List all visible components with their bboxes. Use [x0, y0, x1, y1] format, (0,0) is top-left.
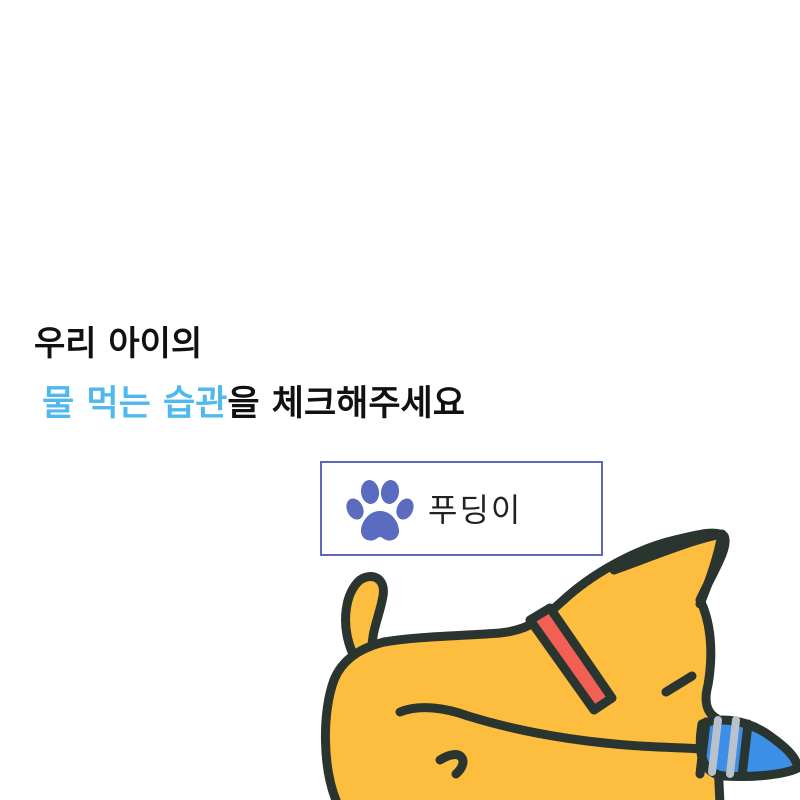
dog-body — [321, 528, 730, 800]
toy-outline-1 — [695, 717, 711, 779]
sleeping-dog-icon — [321, 528, 800, 800]
toy-outline-2 — [737, 719, 753, 781]
